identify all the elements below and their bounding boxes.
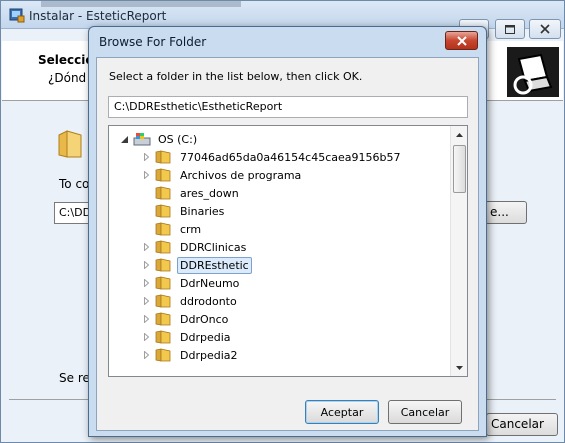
collapsed-arrow-icon[interactable] [141, 242, 151, 252]
tree-item-label: DdrNeumo [180, 276, 240, 290]
installer-maximize-button[interactable] [495, 19, 525, 39]
tree-item-folder[interactable]: crm [141, 220, 204, 238]
tree-item-folder[interactable]: Ddrpedia2 [141, 346, 241, 364]
tree-item-folder[interactable]: DDRClinicas [141, 238, 249, 256]
tree-item-label: crm [180, 222, 202, 236]
tree-item-label: DDREsthetic [177, 256, 252, 274]
folder-icon [155, 276, 173, 290]
close-icon [456, 35, 467, 46]
tree-item-label: DdrOnco [180, 312, 229, 326]
installer-subheading: ¿Dónd [48, 71, 87, 85]
folder-icon [155, 330, 173, 344]
tree-item-label: Archivos de programa [180, 168, 302, 182]
tree-item-label: OS (C:) [158, 132, 198, 146]
tree-item-label: DDRClinicas [180, 240, 247, 254]
folder-icon [155, 240, 173, 254]
dialog-title: Browse For Folder [99, 35, 207, 49]
folder-tree[interactable]: OS (C:) 77046ad65da0a46154c45caea9156b57 A… [108, 125, 468, 377]
background-window-strip [41, 1, 241, 7]
browse-folder-dialog: Browse For Folder Select a folder in the… [88, 26, 487, 437]
folder-icon [155, 204, 173, 218]
tree-item-label: ddrodonto [180, 294, 237, 308]
tree-item-folder[interactable]: DdrNeumo [141, 274, 242, 292]
installer-close-button[interactable] [529, 19, 561, 39]
collapsed-arrow-icon[interactable] [141, 152, 151, 162]
folder-icon [155, 222, 173, 236]
tree-scrollbar[interactable] [450, 126, 467, 376]
scroll-up-arrow[interactable] [451, 126, 467, 143]
installer-title: Instalar - EsteticReport [29, 9, 167, 23]
cancel-button[interactable]: Cancelar [388, 400, 462, 424]
installer-app-icon [9, 8, 25, 23]
collapsed-arrow-icon[interactable] [141, 332, 151, 342]
collapsed-arrow-icon[interactable] [141, 260, 151, 270]
expanded-arrow-icon[interactable] [119, 134, 129, 144]
tree-item-folder[interactable]: 77046ad65da0a46154c45caea9156b57 [141, 148, 403, 166]
tree-item-label: Ddrpedia [180, 330, 231, 344]
folder-icon [155, 150, 173, 164]
tree-item-folder[interactable]: Binaries [141, 202, 227, 220]
dialog-instruction: Select a folder in the list below, then … [109, 70, 363, 83]
tree-item-label: ares_down [180, 186, 239, 200]
collapsed-arrow-icon[interactable] [141, 278, 151, 288]
collapsed-arrow-icon[interactable] [141, 350, 151, 360]
tree-item-folder[interactable]: DdrOnco [141, 310, 231, 328]
scroll-down-icon [456, 365, 463, 370]
dialog-close-button[interactable] [445, 31, 478, 50]
collapsed-arrow-icon[interactable] [141, 314, 151, 324]
tree-item-folder[interactable]: ddrodonto [141, 292, 240, 310]
folder-icon [155, 294, 173, 308]
maximize-icon [505, 24, 515, 34]
scroll-down-arrow[interactable] [451, 359, 467, 376]
folder-icon [155, 186, 173, 200]
installer-logo-icon [507, 47, 559, 97]
large-folder-icon [58, 130, 82, 158]
tree-item-folder[interactable]: Archivos de programa [141, 166, 304, 184]
drive-icon [133, 132, 151, 146]
scroll-up-icon [456, 132, 463, 137]
installer-heading: Selecció [38, 53, 94, 67]
tree-item-drive[interactable]: OS (C:) [119, 130, 200, 148]
tree-item-folder[interactable]: DDREsthetic [141, 256, 252, 274]
installer-browse-button[interactable]: e... [485, 201, 527, 224]
collapsed-arrow-icon[interactable] [141, 170, 151, 180]
folder-icon [155, 312, 173, 326]
folder-path-field[interactable]: C:\DDREsthetic\EstheticReport [108, 96, 468, 118]
tree-item-label: 77046ad65da0a46154c45caea9156b57 [180, 150, 401, 164]
collapsed-arrow-icon[interactable] [141, 296, 151, 306]
ok-button[interactable]: Aceptar [305, 400, 379, 424]
folder-icon [155, 168, 173, 182]
dialog-client-area: Select a folder in the list below, then … [96, 57, 479, 431]
installer-cancel-button[interactable]: Cancelar [486, 413, 558, 436]
folder-icon [155, 258, 173, 272]
scroll-thumb[interactable] [453, 145, 466, 193]
tree-item-folder[interactable]: ares_down [141, 184, 242, 202]
tree-item-folder[interactable]: Ddrpedia [141, 328, 234, 346]
folder-icon [155, 348, 173, 362]
tree-item-label: Ddrpedia2 [180, 348, 238, 362]
close-icon [540, 24, 550, 34]
tree-item-label: Binaries [180, 204, 225, 218]
